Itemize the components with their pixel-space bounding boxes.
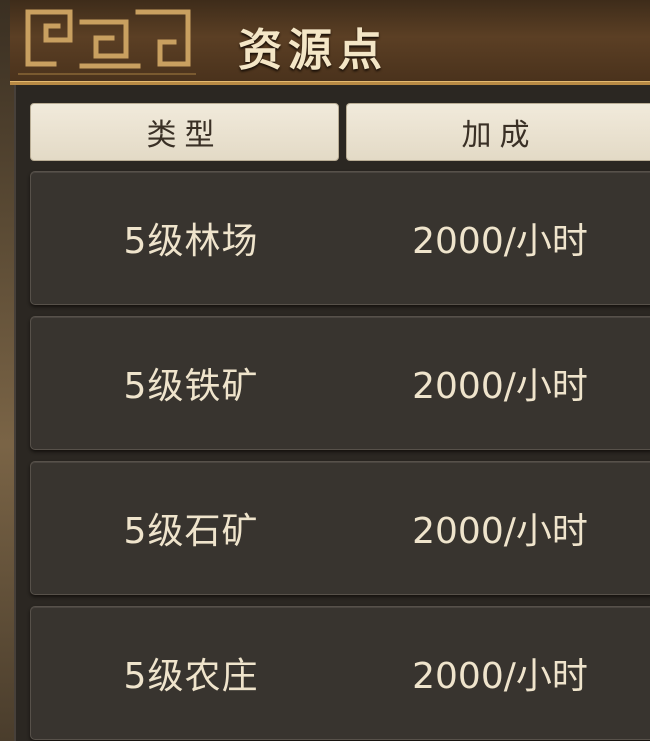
- table-row[interactable]: 5级农庄 2000/小时: [30, 606, 650, 740]
- cell-resource-bonus: 2000/小时: [412, 511, 588, 552]
- cell-resource-type: 5级石矿: [123, 511, 259, 552]
- cell-resource-type: 5级铁矿: [123, 366, 259, 407]
- window-left-frame: [0, 0, 14, 741]
- column-header-type[interactable]: 类型: [30, 103, 339, 161]
- table-row[interactable]: 5级林场 2000/小时: [30, 171, 650, 305]
- cell-resource-bonus: 2000/小时: [412, 366, 588, 407]
- table-row[interactable]: 5级铁矿 2000/小时: [30, 316, 650, 450]
- cell-resource-type: 5级农庄: [123, 656, 259, 697]
- resource-table: 类型 加成 5级林场 2000/小时 5级铁矿 2000/小时 5级石矿 200…: [14, 85, 650, 741]
- fret-ornament-icon: [18, 9, 196, 75]
- column-header-bonus[interactable]: 加成: [346, 103, 650, 161]
- panel-header: 资源点: [10, 0, 650, 85]
- cell-resource-type: 5级林场: [123, 221, 259, 262]
- table-row[interactable]: 5级石矿 2000/小时: [30, 461, 650, 595]
- cell-resource-bonus: 2000/小时: [412, 221, 588, 262]
- cell-resource-bonus: 2000/小时: [412, 656, 588, 697]
- page-title: 资源点: [238, 25, 388, 76]
